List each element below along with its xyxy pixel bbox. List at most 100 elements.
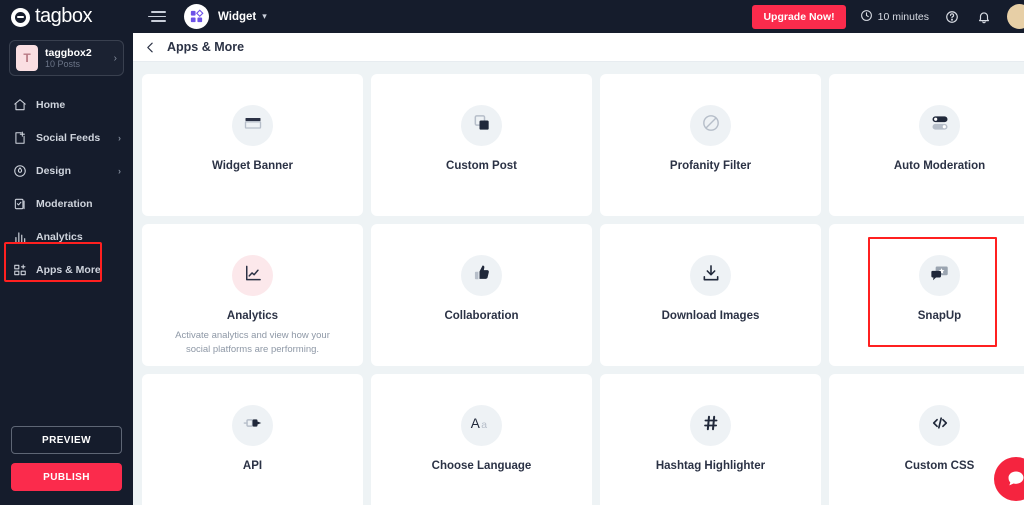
app-card-title: Custom CSS: [904, 460, 975, 473]
workspace-name: taggbox2: [45, 46, 92, 59]
sidebar-item-label: Apps & More: [36, 263, 101, 276]
app-card-snapup[interactable]: SnapUp: [829, 224, 1024, 367]
apps-grid-icon: [12, 262, 27, 277]
icon-circle: [919, 105, 960, 147]
home-icon: [12, 97, 27, 112]
workspace-posts: 10 Posts: [45, 58, 81, 69]
trial-timer: 10 minutes: [860, 9, 929, 25]
app-card-title: Choose Language: [431, 460, 532, 473]
auto-moderation-icon: [930, 113, 950, 138]
widget-banner-icon: [243, 113, 263, 138]
timer-label: 10 minutes: [877, 10, 929, 23]
app-card-choose-language[interactable]: A a Choose Language: [371, 374, 592, 505]
sidebar-item-label: Analytics: [36, 230, 83, 243]
app-card-title: API: [242, 460, 263, 473]
design-icon: [12, 163, 27, 178]
app-card-description: Activate analytics and view how your soc…: [175, 330, 330, 356]
app-card-custom-post[interactable]: Custom Post: [371, 74, 592, 217]
sidebar-item-analytics[interactable]: Analytics: [0, 220, 133, 253]
app-card-title: Custom Post: [446, 160, 517, 173]
sidebar-item-apps-and-more[interactable]: Apps & More: [0, 253, 133, 286]
chevron-right-icon: ›: [118, 165, 121, 176]
chevron-right-icon: ›: [113, 52, 117, 64]
app-card-title: Widget Banner: [211, 160, 294, 173]
main-area: Widget ▾ Upgrade Now! 10 minutes Apps & …: [133, 0, 1024, 505]
api-plug-icon: [242, 412, 264, 439]
sidebar-actions: PREVIEW PUBLISH: [0, 426, 133, 505]
top-bar-right: Upgrade Now! 10 minutes: [752, 4, 1024, 30]
sidebar-item-design[interactable]: Design ›: [0, 154, 133, 187]
app-card-api[interactable]: API: [142, 374, 363, 505]
icon-circle: [461, 255, 502, 297]
sidebar-item-label: Moderation: [36, 197, 93, 210]
svg-text:A: A: [470, 416, 480, 431]
hamburger-menu-icon[interactable]: [148, 10, 166, 23]
icon-circle: [461, 105, 502, 147]
sidebar: tagbox T taggbox2 10 Posts › Home Social…: [0, 0, 133, 505]
workspace-text: taggbox2 10 Posts: [45, 47, 107, 70]
download-icon: [701, 263, 721, 288]
publish-button[interactable]: PUBLISH: [11, 463, 122, 491]
app-card-auto-moderation[interactable]: Auto Moderation: [829, 74, 1024, 217]
icon-circle: [690, 405, 731, 447]
chevron-left-icon[interactable]: [133, 41, 167, 54]
clock-icon: [860, 9, 873, 25]
sidebar-item-moderation[interactable]: Moderation: [0, 187, 133, 220]
page-title: Apps & More: [167, 40, 245, 55]
widget-selector-label[interactable]: Widget: [218, 11, 256, 23]
preview-button[interactable]: PREVIEW: [11, 426, 122, 454]
sidebar-item-social-feeds[interactable]: Social Feeds ›: [0, 121, 133, 154]
app-card-download-images[interactable]: Download Images: [600, 224, 821, 367]
avatar[interactable]: [1007, 4, 1024, 30]
app-card-title: Auto Moderation: [893, 160, 986, 173]
chevron-right-icon: ›: [118, 132, 121, 143]
icon-circle: [919, 405, 960, 447]
sidebar-nav: Home Social Feeds › Design › Moderation …: [0, 88, 133, 286]
app-card-title: Analytics: [226, 310, 279, 323]
widget-grid-icon: [184, 4, 209, 30]
thumbs-up-icon: [472, 263, 492, 288]
chevron-down-icon[interactable]: ▾: [262, 11, 267, 22]
app-card-title: Profanity Filter: [669, 160, 752, 173]
apps-content: Widget Banner Custom Post Profanity Filt…: [133, 62, 1024, 505]
custom-post-icon: [472, 113, 492, 138]
icon-circle: [232, 105, 273, 147]
icon-circle: [919, 255, 960, 297]
snapup-chat-star-icon: [929, 263, 950, 289]
profanity-filter-icon: [701, 113, 721, 138]
app-card-title: Download Images: [661, 310, 760, 323]
apps-grid: Widget Banner Custom Post Profanity Filt…: [142, 74, 1024, 505]
page-subheader: Apps & More: [133, 33, 1024, 63]
app-card-title: SnapUp: [917, 310, 962, 323]
help-circle-icon[interactable]: [943, 8, 961, 26]
top-bar: Widget ▾ Upgrade Now! 10 minutes: [133, 0, 1024, 34]
sidebar-item-label: Social Feeds: [36, 131, 101, 144]
sidebar-item-label: Design: [36, 164, 72, 177]
app-card-widget-banner[interactable]: Widget Banner: [142, 74, 363, 217]
icon-circle: [690, 105, 731, 147]
workspace-selector[interactable]: T taggbox2 10 Posts ›: [9, 40, 124, 76]
app-card-profanity-filter[interactable]: Profanity Filter: [600, 74, 821, 217]
upgrade-now-button[interactable]: Upgrade Now!: [752, 4, 846, 29]
brand[interactable]: tagbox: [0, 0, 133, 34]
workspace-avatar: T: [16, 45, 38, 71]
social-feeds-icon: [12, 130, 27, 145]
app-card-collaboration[interactable]: Collaboration: [371, 224, 592, 367]
icon-circle: A a: [461, 405, 502, 447]
icon-circle: [690, 255, 731, 297]
app-card-analytics[interactable]: Analytics Activate analytics and view ho…: [142, 224, 363, 367]
code-brackets-icon: [929, 413, 951, 438]
app-card-hashtag-highlighter[interactable]: Hashtag Highlighter: [600, 374, 821, 505]
tagbox-logo-icon: [11, 7, 30, 27]
icon-circle: [232, 255, 273, 297]
sidebar-item-label: Home: [36, 98, 66, 111]
bell-icon[interactable]: [975, 8, 993, 26]
app-card-title: Hashtag Highlighter: [655, 460, 766, 473]
sidebar-item-home[interactable]: Home: [0, 88, 133, 121]
icon-circle: [232, 405, 273, 447]
app-card-title: Collaboration: [444, 310, 519, 323]
moderation-icon: [12, 196, 27, 211]
analytics-icon: [12, 229, 27, 244]
app-root: tagbox T taggbox2 10 Posts › Home Social…: [0, 0, 1024, 505]
brand-name: tagbox: [35, 4, 93, 27]
